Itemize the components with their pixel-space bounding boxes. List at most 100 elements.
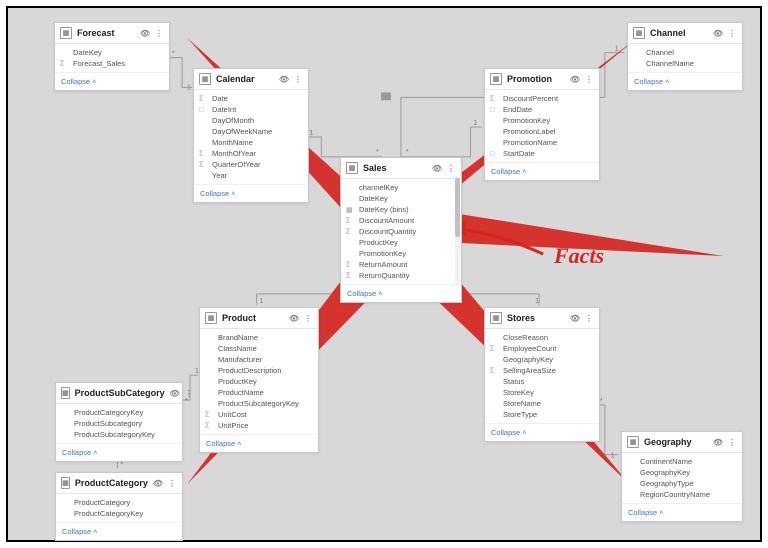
field-row[interactable]: Year xyxy=(194,170,308,181)
field-row[interactable]: ProductCategoryKey xyxy=(56,407,182,418)
visibility-icon[interactable]: 👁 xyxy=(289,314,299,323)
field-row[interactable]: DateKey xyxy=(55,47,169,58)
field-row[interactable]: GeographyKey xyxy=(622,467,742,478)
more-options-icon[interactable]: ⋮ xyxy=(585,75,594,84)
table-header[interactable]: ▦Geography👁⋮ xyxy=(622,432,742,453)
field-row[interactable]: PromotionLabel xyxy=(485,126,599,137)
field-row[interactable]: □EndDate xyxy=(485,104,599,115)
table-sales[interactable]: ▦Sales👁⋮ channelKeyDateKey▦DateKey (bins)… xyxy=(340,157,462,303)
field-row[interactable]: ΣForecast_Sales xyxy=(55,58,169,69)
table-header[interactable]: ▦Promotion👁⋮ xyxy=(485,69,599,90)
field-row[interactable]: Status xyxy=(485,376,599,387)
field-row[interactable]: ΣSellingAreaSize xyxy=(485,365,599,376)
field-row[interactable]: ContinentName xyxy=(622,456,742,467)
table-geography[interactable]: ▦Geography👁⋮ContinentNameGeographyKeyGeo… xyxy=(621,431,743,522)
field-row[interactable]: channelKey xyxy=(341,182,461,193)
collapse-link[interactable]: Collapse˄ xyxy=(200,434,318,452)
scrollbar-thumb[interactable] xyxy=(455,178,460,237)
field-row[interactable]: ΣMonthOfYear xyxy=(194,148,308,159)
field-row[interactable]: GeographyType xyxy=(622,478,742,489)
collapse-link[interactable]: Collapse˄ xyxy=(194,184,308,202)
field-row[interactable]: ProductKey xyxy=(341,237,461,248)
field-row[interactable]: Manufacturer xyxy=(200,354,318,365)
collapse-link[interactable]: Collapse˄ xyxy=(56,522,182,540)
field-row[interactable]: CloseReason xyxy=(485,332,599,343)
field-row[interactable]: ΣUnitPrice xyxy=(200,420,318,431)
more-options-icon[interactable]: ⋮ xyxy=(294,75,303,84)
collapse-link[interactable]: Collapse˄ xyxy=(55,72,169,90)
table-header[interactable]: ▦Forecast👁⋮ xyxy=(55,23,169,44)
model-canvas[interactable]: *1 1* 1* 1 1* 1* *1 *1 1* Facts ▦Forecas… xyxy=(6,6,762,542)
more-options-icon[interactable]: ⋮ xyxy=(728,29,737,38)
table-forecast[interactable]: ▦Forecast👁⋮ DateKeyΣForecast_Sales Collaps… xyxy=(54,22,170,91)
collapse-link[interactable]: Collapse˄ xyxy=(628,72,742,90)
field-row[interactable]: ΣReturnQuantity xyxy=(341,270,461,281)
table-header[interactable]: ▦Stores👁⋮ xyxy=(485,308,599,329)
table-promotion[interactable]: ▦Promotion👁⋮ΣDiscountPercent□EndDateProm… xyxy=(484,68,600,181)
more-options-icon[interactable]: ⋮ xyxy=(447,164,456,173)
field-row[interactable]: BrandName xyxy=(200,332,318,343)
field-row[interactable]: ProductCategory xyxy=(56,497,182,508)
field-row[interactable]: Channel xyxy=(628,47,742,58)
more-options-icon[interactable]: ⋮ xyxy=(304,314,313,323)
visibility-icon[interactable]: 👁 xyxy=(570,75,580,84)
visibility-icon[interactable]: 👁 xyxy=(153,479,163,488)
more-options-icon[interactable]: ⋮ xyxy=(185,389,194,398)
field-row[interactable]: ΣEmployeeCount xyxy=(485,343,599,354)
collapse-link[interactable]: Collapse˄ xyxy=(485,162,599,180)
table-header[interactable]: ▦ProductSubCategory👁⋮ xyxy=(56,383,182,404)
visibility-icon[interactable]: 👁 xyxy=(170,389,180,398)
field-row[interactable]: ProductDescription xyxy=(200,365,318,376)
field-row[interactable]: PromotionName xyxy=(485,137,599,148)
field-row[interactable]: ProductSubcategory xyxy=(56,418,182,429)
field-row[interactable]: ΣDiscountPercent xyxy=(485,93,599,104)
field-row[interactable]: ProductSubcategoryKey xyxy=(200,398,318,409)
more-options-icon[interactable]: ⋮ xyxy=(168,479,177,488)
field-row[interactable]: DayOfWeekName xyxy=(194,126,308,137)
field-row[interactable]: ΣDate xyxy=(194,93,308,104)
visibility-icon[interactable]: 👁 xyxy=(570,314,580,323)
field-row[interactable]: ProductSubcategoryKey xyxy=(56,429,182,440)
field-row[interactable]: ChannelName xyxy=(628,58,742,69)
table-product[interactable]: ▦Product👁⋮BrandNameClassNameManufacturer… xyxy=(199,307,319,453)
table-header[interactable]: ▦Calendar👁⋮ xyxy=(194,69,308,90)
table-channel[interactable]: ▦Channel👁⋮ChannelChannelNameCollapse˄ xyxy=(627,22,743,91)
field-row[interactable]: PromotionKey xyxy=(341,248,461,259)
field-row[interactable]: MonthName xyxy=(194,137,308,148)
field-row[interactable]: StoreKey xyxy=(485,387,599,398)
field-row[interactable]: ΣDiscountQuantity xyxy=(341,226,461,237)
field-row[interactable]: ΣDiscountAmount xyxy=(341,215,461,226)
collapse-link[interactable]: Collapse˄ xyxy=(622,503,742,521)
table-productsubcat[interactable]: ▦ProductSubCategory👁⋮ProductCategoryKeyP… xyxy=(55,382,183,462)
field-row[interactable]: ΣReturnAmount xyxy=(341,259,461,270)
visibility-icon[interactable]: 👁 xyxy=(713,29,723,38)
field-row[interactable]: StoreType xyxy=(485,409,599,420)
visibility-icon[interactable]: 👁 xyxy=(279,75,289,84)
field-row[interactable]: DateKey xyxy=(341,193,461,204)
collapse-link[interactable]: Collapse˄ xyxy=(341,284,461,302)
visibility-icon[interactable]: 👁 xyxy=(713,438,723,447)
table-header[interactable]: ▦Channel👁⋮ xyxy=(628,23,742,44)
more-options-icon[interactable]: ⋮ xyxy=(728,438,737,447)
field-row[interactable]: ΣUnitCost xyxy=(200,409,318,420)
more-options-icon[interactable]: ⋮ xyxy=(585,314,594,323)
field-row[interactable]: DayOfMonth xyxy=(194,115,308,126)
field-scrollbar[interactable] xyxy=(455,178,460,286)
field-row[interactable]: ProductCategoryKey xyxy=(56,508,182,519)
field-row[interactable]: GeographyKey xyxy=(485,354,599,365)
field-row[interactable]: RegionCountryName xyxy=(622,489,742,500)
field-row[interactable]: ClassName xyxy=(200,343,318,354)
field-row[interactable]: ProductName xyxy=(200,387,318,398)
table-productcat[interactable]: ▦ProductCategory👁⋮ProductCategoryProduct… xyxy=(55,472,183,541)
field-row[interactable]: ΣQuarterOfYear xyxy=(194,159,308,170)
field-row[interactable]: StoreName xyxy=(485,398,599,409)
field-row[interactable]: □StartDate xyxy=(485,148,599,159)
field-row[interactable]: ▦DateKey (bins) xyxy=(341,204,461,215)
field-row[interactable]: □DateInt xyxy=(194,104,308,115)
table-header[interactable]: ▦Sales👁⋮ xyxy=(341,158,461,179)
table-calendar[interactable]: ▦Calendar👁⋮ΣDate□DateIntDayOfMonthDayOfW… xyxy=(193,68,309,203)
collapse-link[interactable]: Collapse˄ xyxy=(485,423,599,441)
field-row[interactable]: PromotionKey xyxy=(485,115,599,126)
field-row[interactable]: ProductKey xyxy=(200,376,318,387)
table-header[interactable]: ▦Product👁⋮ xyxy=(200,308,318,329)
